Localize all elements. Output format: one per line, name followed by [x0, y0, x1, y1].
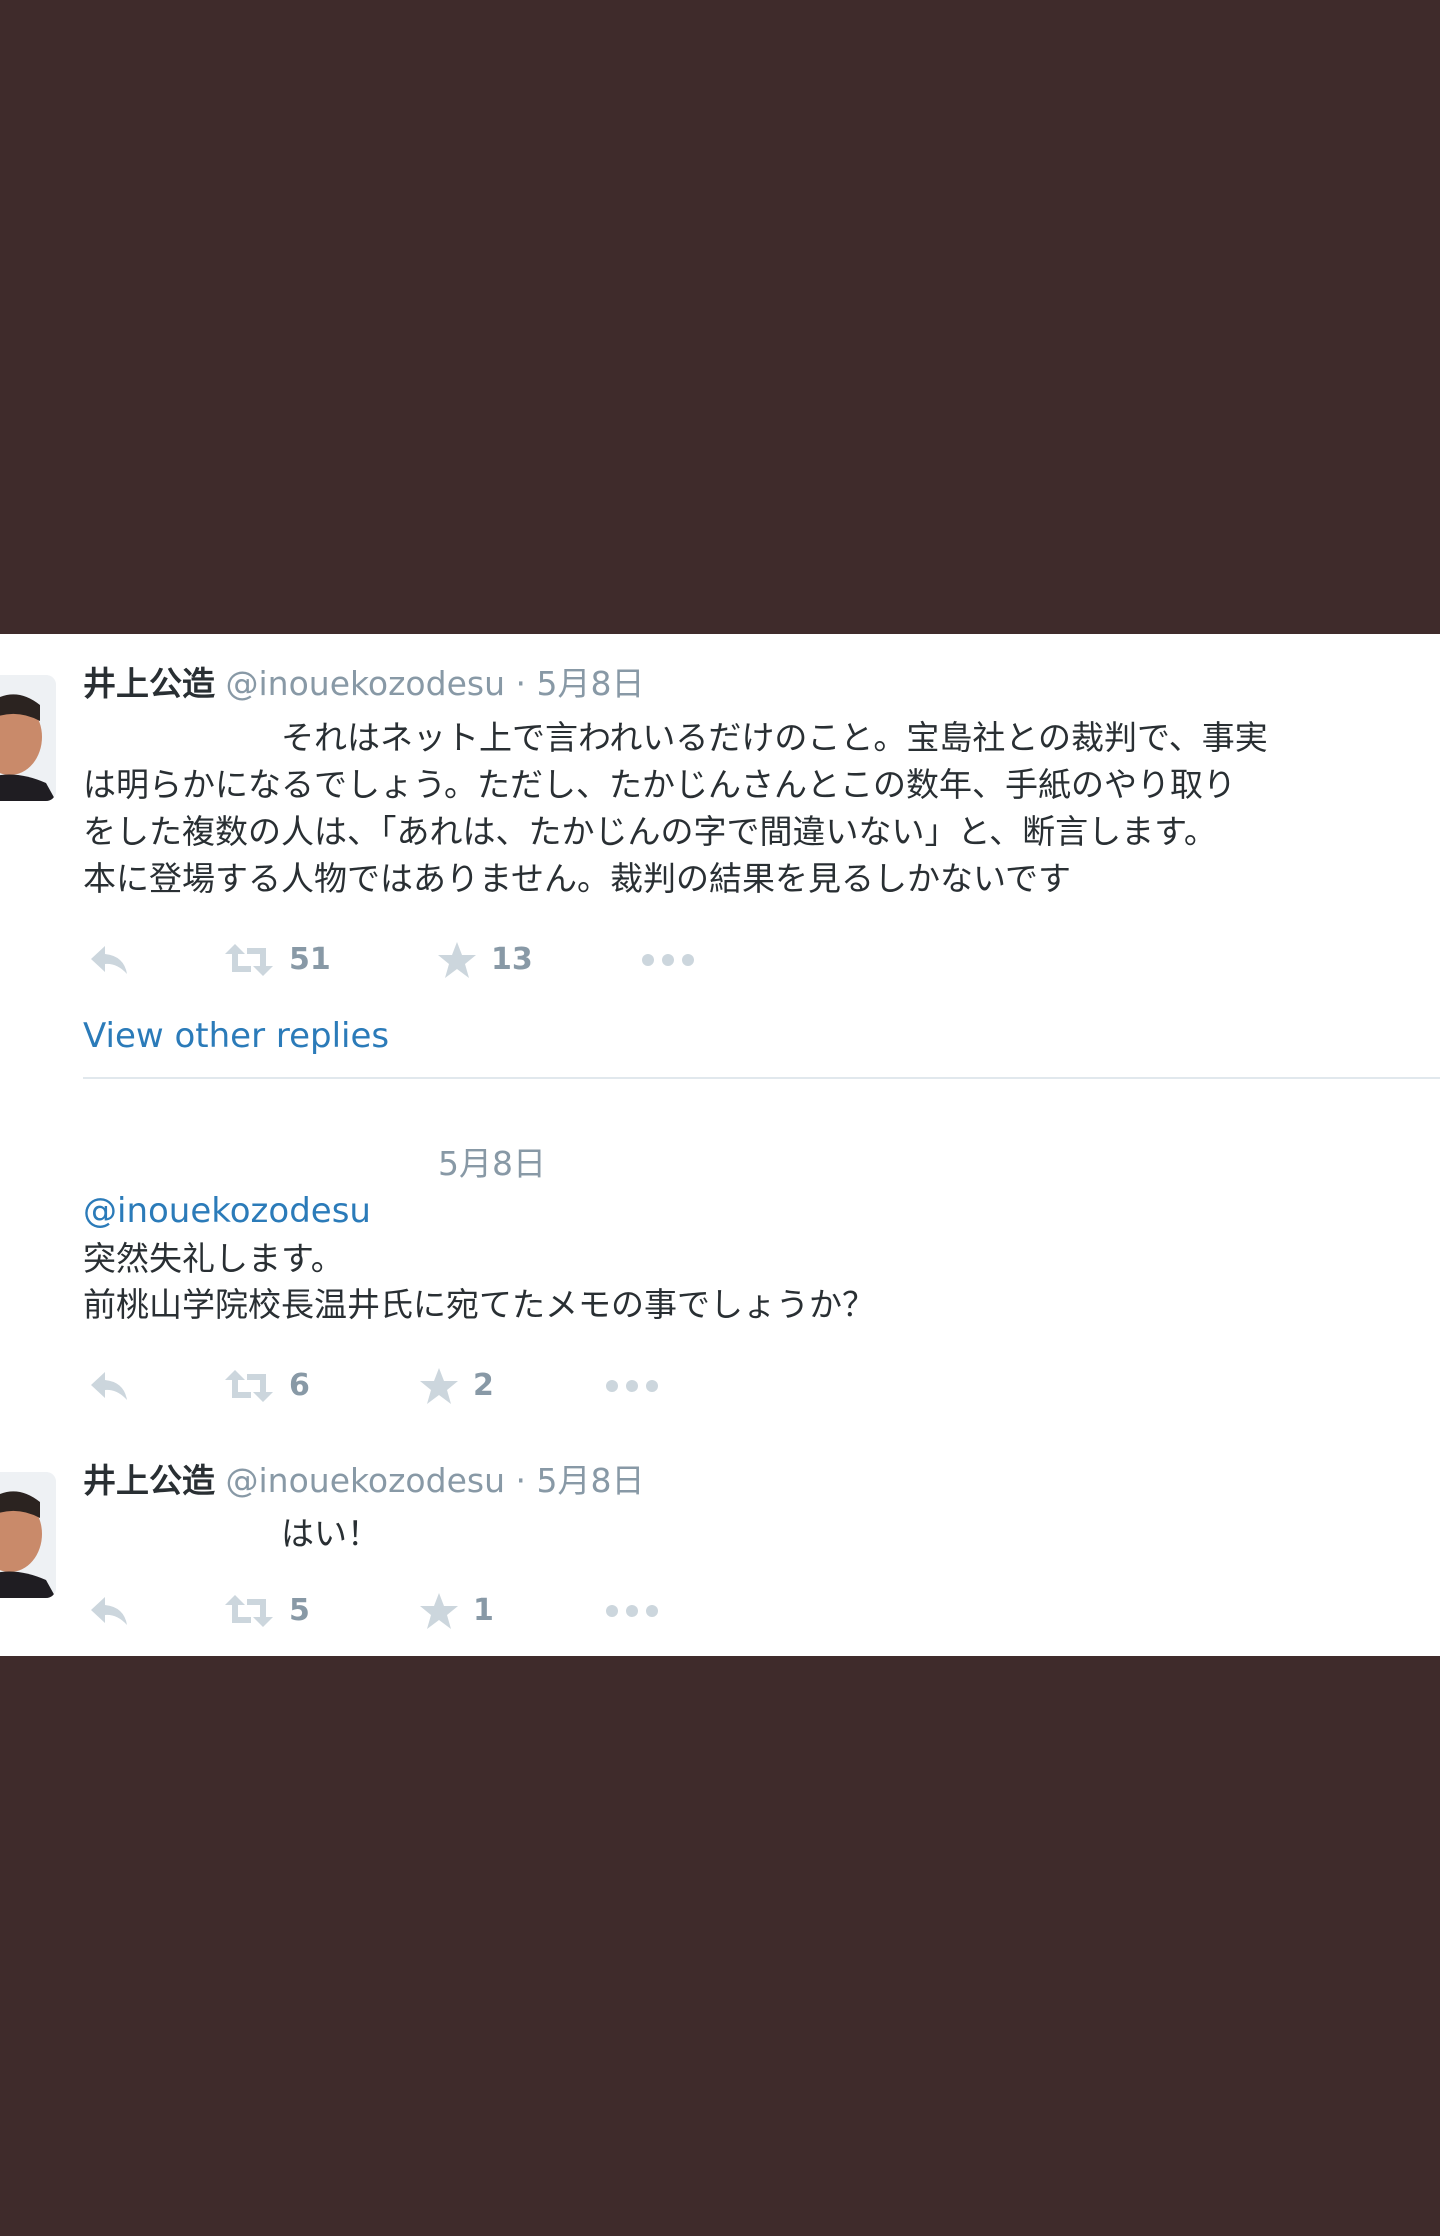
- retweet-icon: [225, 1595, 273, 1627]
- favorite-button[interactable]: 1: [419, 1589, 494, 1633]
- author-handle[interactable]: @inouekozodesu: [226, 664, 506, 703]
- retweet-icon: [225, 1370, 273, 1402]
- reply-mention-link[interactable]: @inouekozodesu: [83, 1190, 371, 1232]
- tweet-text-line: 本に登場する人物ではありません。裁判の結果を見るしかないです: [83, 859, 1072, 898]
- tweet-text: それはネット上で言われいるだけのこと。宝島社との裁判で、事実 は明らかになるでし…: [83, 714, 1423, 902]
- tweet-date[interactable]: 5月8日: [537, 1461, 645, 1500]
- reply-date[interactable]: 5月8日: [438, 1144, 546, 1184]
- more-icon: [642, 954, 694, 966]
- tweet-text-line: は明らかになるでしょう。ただし、たかじんさんとこの数年、手紙のやり取り: [83, 765, 1237, 804]
- tweet-date[interactable]: 5月8日: [537, 664, 645, 703]
- more-button[interactable]: [604, 1364, 660, 1408]
- more-button[interactable]: [640, 938, 696, 982]
- retweet-count: 51: [289, 942, 331, 977]
- reply-icon: [91, 946, 127, 974]
- tweet-text-line: をした複数の人は、「あれは、たかじんの字で間違いない」と、断言します。: [83, 812, 1217, 851]
- favorite-count: 13: [491, 942, 533, 977]
- favorite-count: 2: [473, 1368, 494, 1403]
- favorite-button[interactable]: 2: [419, 1364, 494, 1408]
- retweet-button[interactable]: 51: [223, 938, 331, 982]
- reply-icon: [91, 1372, 127, 1400]
- favorite-button[interactable]: 13: [437, 938, 533, 982]
- tweet-actions: 51 13: [83, 938, 883, 982]
- reply-icon: [91, 1597, 127, 1625]
- more-icon: [606, 1380, 658, 1392]
- retweet-count: 5: [289, 1593, 310, 1628]
- tweet-header: 井上公造 @inouekozodesu · 5月8日: [83, 1461, 645, 1501]
- view-other-replies-link[interactable]: View other replies: [83, 1014, 389, 1058]
- favorite-count: 1: [473, 1593, 494, 1628]
- tweet-text: はい！: [83, 1510, 1423, 1557]
- retweet-button[interactable]: 5: [223, 1589, 310, 1633]
- author-name[interactable]: 井上公造: [83, 664, 215, 703]
- separator: ·: [515, 664, 527, 703]
- reply-text-line: 前桃山学院校長温井氏に宛てたメモの事でしょうか？: [83, 1285, 875, 1324]
- divider: [83, 1077, 1440, 1079]
- author-name[interactable]: 井上公造: [83, 1461, 215, 1500]
- reply-button[interactable]: [87, 938, 131, 982]
- avatar[interactable]: [0, 675, 56, 801]
- retweet-button[interactable]: 6: [223, 1364, 310, 1408]
- tweet-actions: 5 1: [83, 1589, 883, 1633]
- tweet-header: 井上公造 @inouekozodesu · 5月8日: [83, 664, 645, 704]
- favorite-icon: [438, 942, 476, 978]
- favorite-icon: [420, 1593, 458, 1629]
- favorite-icon: [420, 1368, 458, 1404]
- tweet-text-line: それはネット上で言われいるだけのこと。宝島社との裁判で、事実: [83, 718, 1268, 757]
- separator: ·: [515, 1461, 527, 1500]
- retweet-count: 6: [289, 1368, 310, 1403]
- tweet-text-line: はい！: [83, 1514, 380, 1553]
- reply-text-line: 突然失礼します。: [83, 1239, 344, 1278]
- reply-button[interactable]: [87, 1364, 131, 1408]
- reply-button[interactable]: [87, 1589, 131, 1633]
- avatar[interactable]: [0, 1472, 56, 1598]
- tweet-thread-panel: 井上公造 @inouekozodesu · 5月8日 それはネット上で言われいる…: [0, 634, 1440, 1656]
- more-button[interactable]: [604, 1589, 660, 1633]
- retweet-icon: [225, 944, 273, 976]
- more-icon: [606, 1605, 658, 1617]
- author-handle[interactable]: @inouekozodesu: [226, 1461, 506, 1500]
- reply-actions: 6 2: [83, 1364, 883, 1408]
